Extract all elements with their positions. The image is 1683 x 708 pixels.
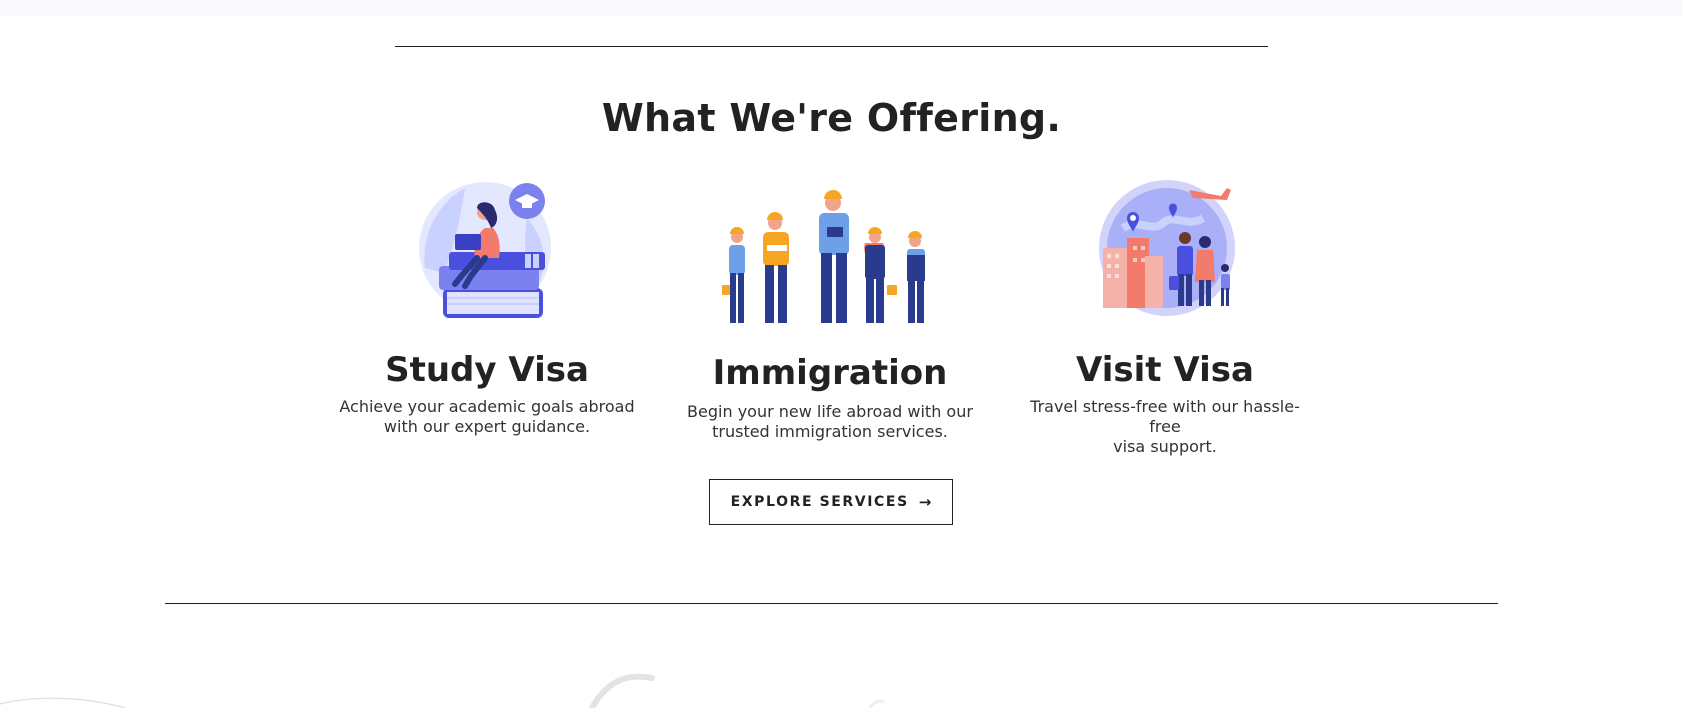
- bottom-divider: [165, 603, 1498, 604]
- card-description-line: Achieve your academic goals abroad: [339, 397, 635, 416]
- card-description-line: Travel stress-free with our hassle-free: [1030, 397, 1300, 436]
- decorative-script-flourish: [0, 673, 885, 708]
- card-title: Immigration: [712, 353, 948, 393]
- section-title: What We're Offering.: [601, 96, 1062, 140]
- card-title: Visit Visa: [1076, 350, 1254, 390]
- card-description-line: Begin your new life abroad with our: [687, 402, 973, 421]
- card-description-line: visa support.: [1113, 437, 1217, 456]
- explore-services-label: EXPLORE SERVICES: [730, 494, 909, 510]
- arrow-right-icon: →: [918, 493, 932, 511]
- card-immigration: Immigration Begin your new life abroad w…: [680, 175, 980, 445]
- card-description: Travel stress-free with our hassle-free …: [1015, 397, 1315, 457]
- workers-group-illustration: [722, 190, 925, 323]
- card-visit-visa: Visit Visa Travel stress-free with our h…: [1015, 175, 1315, 456]
- card-description-line: with our expert guidance.: [383, 417, 591, 436]
- top-band: [0, 0, 1683, 16]
- card-study-visa: Study Visa Achieve your academic goals a…: [337, 175, 637, 445]
- family-travel-globe-illustration: [1099, 180, 1235, 316]
- explore-services-button[interactable]: EXPLORE SERVICES →: [709, 479, 953, 525]
- card-description: Achieve your academic goals abroad with …: [337, 397, 637, 437]
- offering-section: What We're Offering. Study Visa Achieve …: [0, 0, 1683, 708]
- card-description-line: trusted immigration services.: [712, 422, 948, 441]
- card-title: Study Visa: [385, 350, 589, 390]
- top-divider: [395, 46, 1268, 47]
- card-description: Begin your new life abroad with our trus…: [680, 402, 980, 442]
- student-on-books-illustration: [419, 182, 551, 318]
